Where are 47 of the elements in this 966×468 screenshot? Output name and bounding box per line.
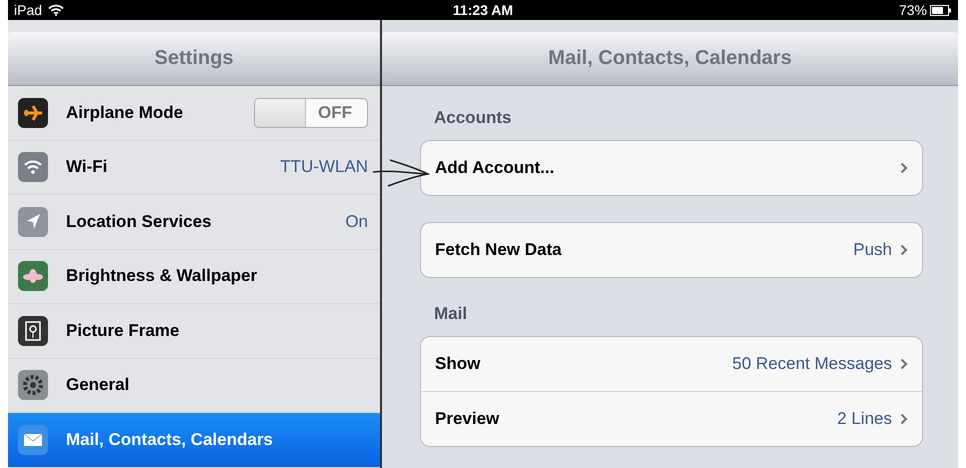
- chevron-icon: [900, 413, 908, 425]
- settings-row[interactable]: Preview 2 Lines: [421, 392, 922, 446]
- flower-frame-icon: [18, 316, 48, 346]
- gear-icon: [18, 370, 48, 400]
- wifi-icon: [48, 4, 64, 16]
- sidebar-item-label: Brightness & Wallpaper: [66, 266, 258, 286]
- sidebar-item[interactable]: Airplane Mode OFF: [8, 86, 380, 140]
- section-header: Accounts: [434, 108, 512, 128]
- sidebar-item-value: TTU-WLAN: [280, 157, 368, 178]
- sidebar-item-label: General: [66, 375, 130, 396]
- sidebar-item[interactable]: Mail, Contacts, Calendars: [8, 413, 380, 468]
- battery-icon: [930, 4, 952, 16]
- section-header: Mail: [434, 304, 468, 324]
- sidebar-item[interactable]: Brightness & Wallpaper: [8, 250, 380, 304]
- airplane-icon: [18, 98, 48, 128]
- flower-icon: [18, 261, 48, 292]
- settings-row[interactable]: Fetch New Data Push: [421, 223, 922, 277]
- sidebar-item[interactable]: Picture Frame: [8, 304, 380, 358]
- detail-title: Mail, Contacts, Calendars: [548, 47, 792, 70]
- device-name: iPad: [14, 2, 42, 18]
- envelope-icon: [18, 424, 48, 455]
- row-label: Preview: [435, 409, 500, 429]
- row-label: Add Account...: [435, 158, 556, 178]
- row-value: Push: [853, 240, 892, 260]
- chevron-icon: [900, 358, 908, 370]
- chevron-icon: [900, 244, 908, 256]
- chevron-icon: [900, 162, 908, 174]
- sidebar-item-label: Picture Frame: [66, 320, 180, 341]
- sidebar-item-label: Mail, Contacts, Calendars: [66, 430, 274, 450]
- clock: 11:23 AM: [452, 2, 514, 18]
- settings-row[interactable]: Show 50 Recent Messages: [421, 337, 922, 392]
- sidebar-item-label: Wi-Fi: [66, 157, 108, 178]
- airplane-mode-switch[interactable]: OFF: [254, 98, 368, 128]
- sidebar-item[interactable]: Wi-Fi TTU-WLAN: [8, 140, 380, 195]
- sidebar-title: Settings: [154, 47, 234, 70]
- row-value: 50 Recent Messages: [732, 354, 892, 374]
- sidebar-item-label: Airplane Mode: [66, 102, 184, 123]
- row-label: Show: [435, 354, 482, 374]
- row-value: 2 Lines: [837, 409, 892, 429]
- row-label: Fetch New Data: [435, 240, 563, 260]
- settings-row[interactable]: Add Account...: [421, 141, 922, 195]
- sidebar-item-value: On: [345, 212, 368, 232]
- wifi-icon: [18, 152, 48, 182]
- sidebar-item-label: Location Services: [66, 212, 213, 232]
- sidebar-item[interactable]: Location Services On: [8, 195, 380, 250]
- battery-percent: 73%: [898, 2, 927, 18]
- hand-drawn-arrow-drawing: [372, 158, 430, 188]
